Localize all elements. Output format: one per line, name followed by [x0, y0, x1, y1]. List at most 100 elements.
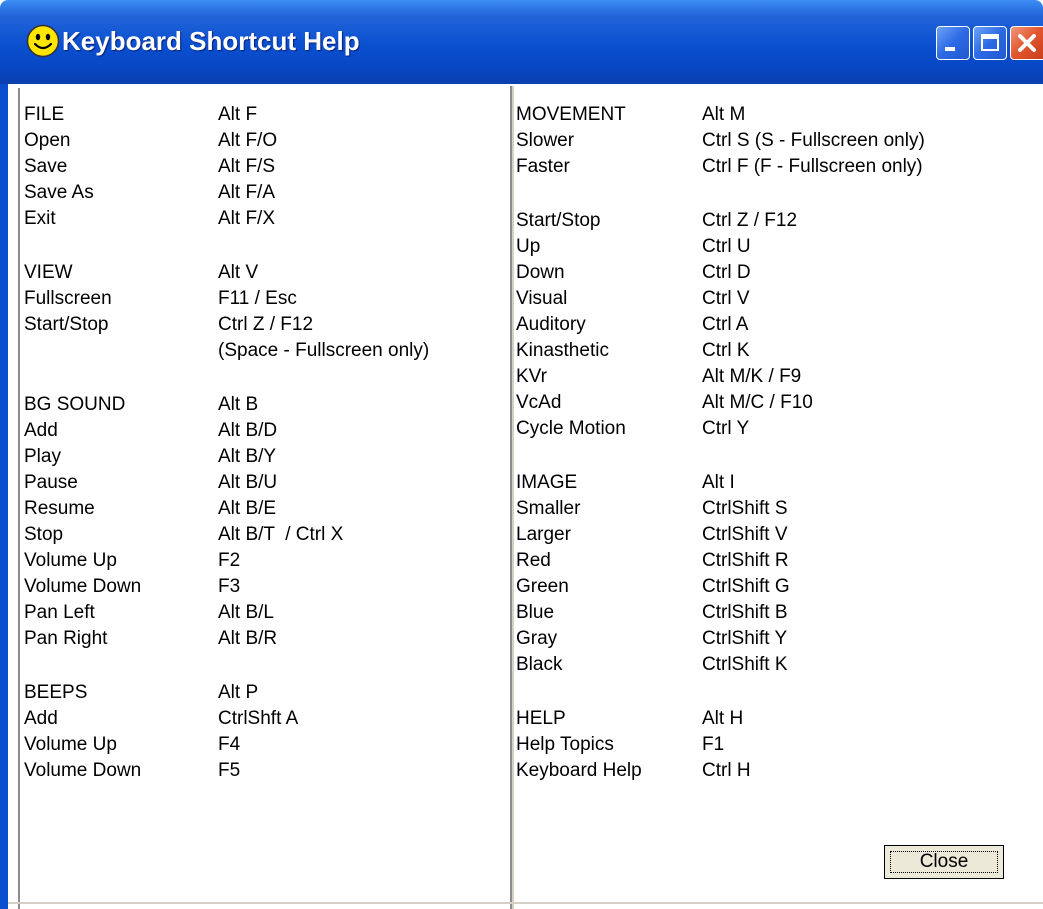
- shortcut-row: Keyboard Help Ctrl H: [516, 760, 751, 782]
- shortcut-key: Ctrl D: [702, 262, 751, 283]
- command-name: Pan Left: [24, 602, 95, 623]
- command-name: Faster: [516, 156, 570, 177]
- command-name: Start/Stop: [24, 314, 109, 335]
- close-window-button[interactable]: [1010, 26, 1043, 60]
- shortcut-key: Alt F/A: [218, 182, 276, 203]
- shortcut-row: Cycle Motion Ctrl Y: [516, 418, 749, 440]
- shortcut-key: CtrlShift S: [702, 498, 788, 519]
- shortcut-row: Gray CtrlShift Y: [516, 628, 787, 650]
- client-area: [8, 84, 1043, 909]
- command-name: Open: [24, 130, 71, 151]
- shortcut-row: Pause Alt B/U: [24, 472, 277, 494]
- shortcut-row: Kinasthetic Ctrl K: [516, 340, 750, 362]
- shortcut-key: Alt F/X: [218, 208, 276, 229]
- command-name: Smaller: [516, 498, 581, 519]
- shortcut-key: Alt H: [702, 708, 744, 729]
- shortcut-row: Red CtrlShift R: [516, 550, 789, 572]
- command-name: Help Topics: [516, 734, 614, 755]
- command-name: BG SOUND: [24, 394, 126, 415]
- command-name: Gray: [516, 628, 558, 649]
- command-name: Kinasthetic: [516, 340, 609, 361]
- command-name: Exit: [24, 208, 56, 229]
- shortcut-row: Slower Ctrl S (S - Fullscreen only): [516, 130, 925, 152]
- shortcut-row: Green CtrlShift G: [516, 576, 790, 598]
- command-name: Volume Up: [24, 734, 117, 755]
- shortcut-key: F1: [702, 734, 725, 755]
- title-bar[interactable]: Keyboard Shortcut Help: [0, 0, 1043, 84]
- command-name: VcAd: [516, 392, 562, 413]
- command-name: Save As: [24, 182, 94, 203]
- shortcut-key: Ctrl F (F - Fullscreen only): [702, 156, 923, 177]
- shortcut-row: Pan Right Alt B/R: [24, 628, 277, 650]
- command-name: IMAGE: [516, 472, 578, 493]
- window-frame-left: [0, 84, 8, 909]
- command-name: Blue: [516, 602, 555, 623]
- command-name: Play: [24, 446, 61, 467]
- command-name: Up: [516, 236, 541, 257]
- shortcut-row: Pan Left Alt B/L: [24, 602, 274, 624]
- panel-divider-highlight: [512, 86, 514, 909]
- shortcut-row: Volume Down F3: [24, 576, 240, 598]
- command-name: Resume: [24, 498, 95, 519]
- shortcut-row: Add CtrlShft A: [24, 708, 298, 730]
- shortcut-key: Alt F/S: [218, 156, 276, 177]
- shortcut-key: Alt I: [702, 472, 735, 493]
- shortcut-key: Alt B/R: [218, 628, 278, 649]
- shortcut-key: Ctrl Z / F12: [702, 210, 798, 231]
- shortcut-key: CtrlShift Y: [702, 628, 788, 649]
- shortcut-row: Volume Down F5: [24, 760, 240, 782]
- command-name: VIEW: [24, 262, 73, 283]
- command-name: HELP: [516, 708, 566, 729]
- command-name: Fullscreen: [24, 288, 112, 309]
- shortcut-row: Stop Alt B/T / Ctrl X: [24, 524, 343, 546]
- shortcut-row: Exit Alt F/X: [24, 208, 275, 230]
- shortcut-key: Ctrl S (S - Fullscreen only): [702, 130, 925, 151]
- command-name: Black: [516, 654, 563, 675]
- shortcut-row: Larger CtrlShift V: [516, 524, 788, 546]
- shortcut-key: CtrlShift V: [702, 524, 788, 545]
- command-name: Green: [516, 576, 569, 597]
- shortcut-row: Fullscreen F11 / Esc: [24, 288, 297, 310]
- shortcut-key: Alt P: [218, 682, 259, 703]
- shortcut-row: HELP Alt H: [516, 708, 743, 730]
- command-name: Volume Down: [24, 576, 142, 597]
- shortcut-row: BEEPS Alt P: [24, 682, 258, 704]
- shortcut-row: Play Alt B/Y: [24, 446, 276, 468]
- shortcut-key: Ctrl H: [702, 760, 751, 781]
- shortcut-row: Blue CtrlShift B: [516, 602, 788, 624]
- minimize-button[interactable]: [936, 26, 970, 60]
- shortcut-key: Alt M/K / F9: [702, 366, 802, 387]
- shortcut-key: Ctrl K: [702, 340, 750, 361]
- shortcut-key: Alt B/T / Ctrl X: [218, 524, 344, 545]
- shortcut-key: F5: [218, 760, 241, 781]
- shortcut-key: Alt B/L: [218, 602, 274, 623]
- shortcut-row: Auditory Ctrl A: [516, 314, 748, 336]
- panel-bottom-edge: [8, 902, 1043, 904]
- shortcut-key: (Space - Fullscreen only): [218, 340, 430, 361]
- shortcut-row: Open Alt F/O: [24, 130, 277, 152]
- shortcut-key: Ctrl Y: [702, 418, 750, 439]
- shortcut-row: Save Alt F/S: [24, 156, 275, 178]
- command-name: KVr: [516, 366, 547, 387]
- shortcut-row: KVr Alt M/K / F9: [516, 366, 801, 388]
- close-button[interactable]: Close: [884, 845, 1004, 879]
- command-name: Larger: [516, 524, 571, 545]
- shortcut-key: Ctrl V: [702, 288, 750, 309]
- smiley-icon: [26, 24, 60, 58]
- focus-rectangle: [890, 851, 998, 873]
- shortcut-key: Alt B/E: [218, 498, 277, 519]
- shortcut-key: F2: [218, 550, 241, 571]
- command-name: Red: [516, 550, 551, 571]
- command-name: FILE: [24, 104, 65, 125]
- shortcut-row: Visual Ctrl V: [516, 288, 750, 310]
- shortcut-key: CtrlShift K: [702, 654, 788, 675]
- shortcut-row: Smaller CtrlShift S: [516, 498, 788, 520]
- command-name: MOVEMENT: [516, 104, 626, 125]
- maximize-button[interactable]: [973, 26, 1007, 60]
- shortcut-key: Alt B/D: [218, 420, 278, 441]
- command-name: Pause: [24, 472, 78, 493]
- command-name: Save: [24, 156, 68, 177]
- minimize-icon: [945, 47, 955, 51]
- shortcut-key: Alt B/Y: [218, 446, 277, 467]
- command-name: Down: [516, 262, 565, 283]
